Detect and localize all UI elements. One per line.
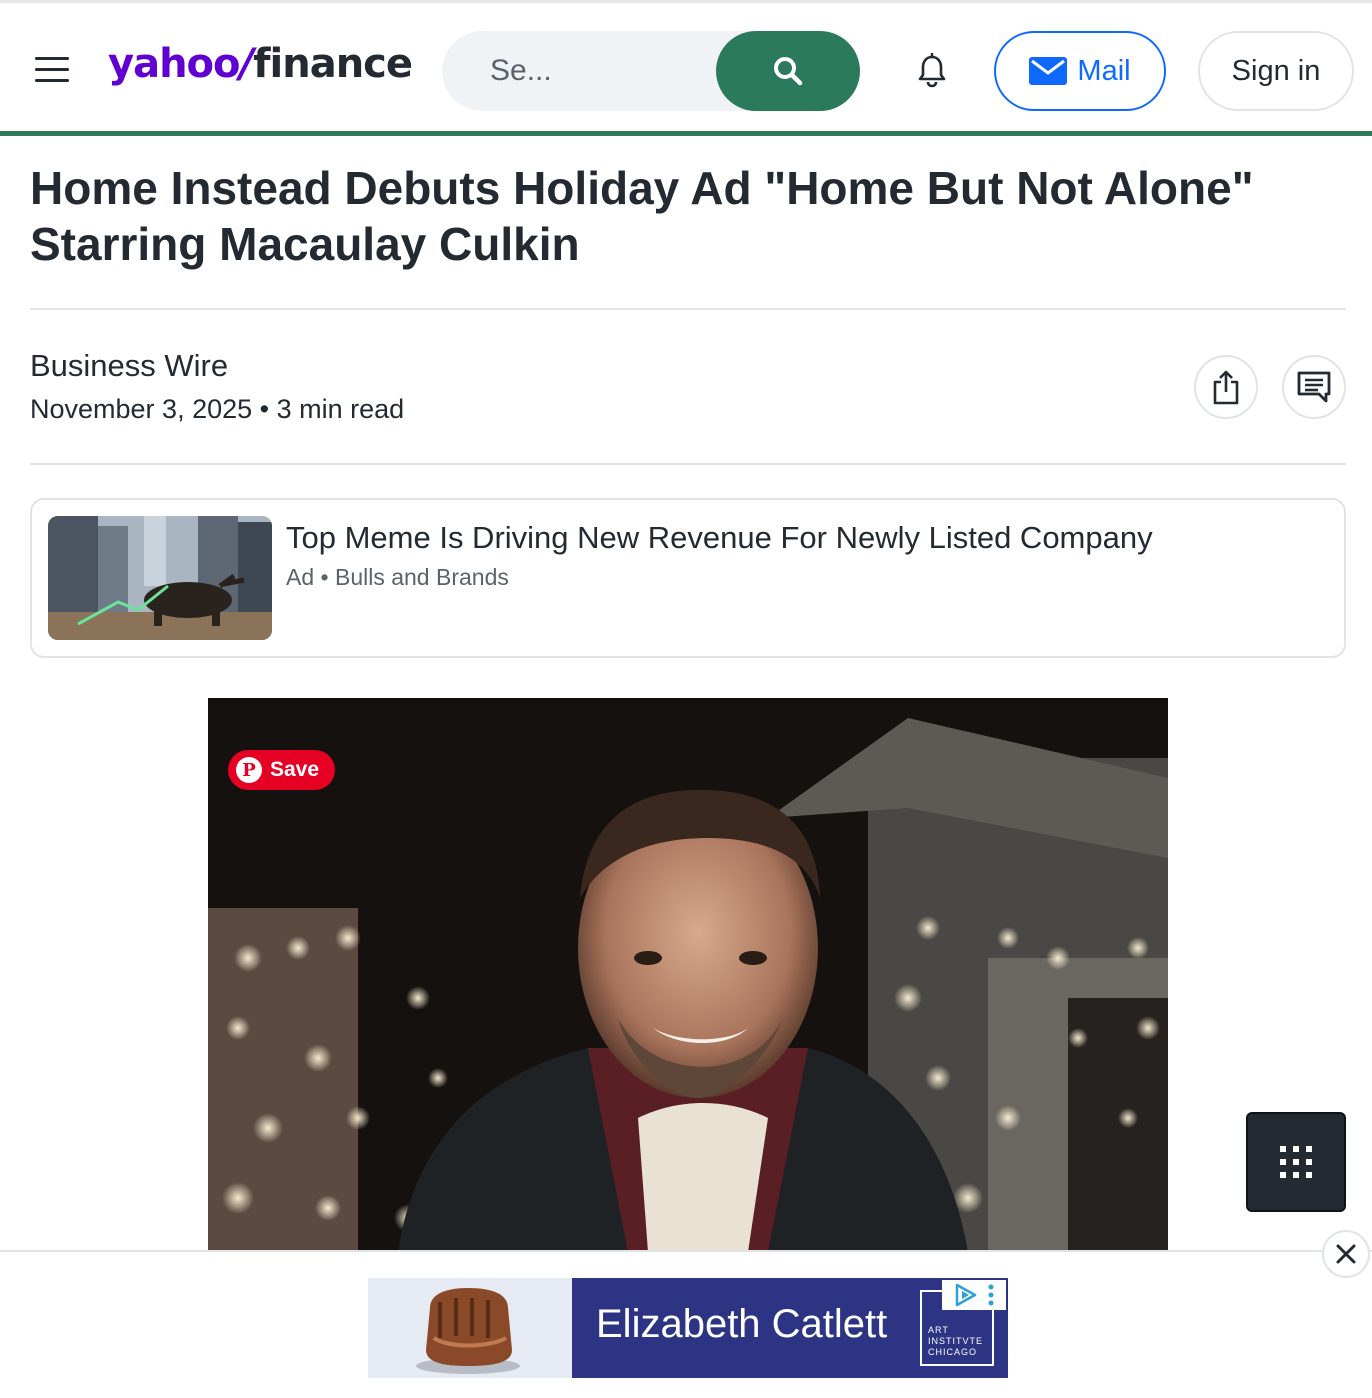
banner-ad[interactable]: Elizabeth Catlett ART INSTITVTE CHICAGO bbox=[368, 1278, 1008, 1378]
comment-icon bbox=[1297, 371, 1331, 403]
banner-ad-text: Elizabeth Catlett bbox=[596, 1302, 888, 1346]
logo-slash: / bbox=[239, 41, 255, 87]
more-options-icon bbox=[988, 1284, 994, 1306]
site-header: yahoo/finance Mail bbox=[0, 3, 1372, 131]
yahoo-finance-logo[interactable]: yahoo / finance bbox=[108, 41, 413, 97]
article-hero-image[interactable]: P Save bbox=[208, 698, 1168, 1252]
envelope-icon bbox=[1029, 57, 1068, 85]
pinterest-save-button[interactable]: P Save bbox=[228, 750, 336, 790]
article-date: November 3, 2025 bbox=[30, 394, 253, 424]
sign-in-button[interactable]: Sign in bbox=[1198, 31, 1354, 111]
sculpture-image bbox=[368, 1278, 572, 1378]
mail-label: Mail bbox=[1077, 54, 1131, 87]
share-icon bbox=[1213, 370, 1239, 405]
bell-icon bbox=[918, 53, 946, 88]
logo-yahoo: yahoo bbox=[108, 41, 241, 87]
ad-label: Ad bbox=[286, 564, 315, 590]
search-button[interactable] bbox=[716, 31, 860, 111]
bull-statue-image bbox=[48, 516, 272, 640]
grid-icon bbox=[1280, 1146, 1312, 1178]
ad-advertiser: Bulls and Brands bbox=[334, 564, 509, 590]
read-time: 3 min read bbox=[276, 394, 405, 424]
page: yahoo/finance Mail bbox=[0, 0, 1372, 1398]
article-source[interactable]: Business Wire bbox=[30, 348, 228, 384]
hero-photo bbox=[208, 698, 1168, 1252]
search-icon bbox=[774, 57, 803, 86]
divider bbox=[30, 308, 1346, 310]
ad-separator: • bbox=[320, 564, 329, 590]
notifications-button[interactable] bbox=[908, 47, 956, 95]
pinterest-icon: P bbox=[236, 757, 262, 783]
mail-button[interactable]: Mail bbox=[994, 31, 1166, 111]
search-box bbox=[442, 31, 860, 111]
close-ad-button[interactable] bbox=[1322, 1230, 1370, 1278]
adchoices-icon bbox=[955, 1283, 977, 1307]
divider bbox=[30, 463, 1346, 465]
save-label: Save bbox=[270, 758, 320, 781]
search-input[interactable] bbox=[442, 31, 722, 111]
meta-separator: • bbox=[259, 394, 270, 424]
banner-ad-image bbox=[368, 1278, 572, 1378]
art-institute-logo-text: ART INSTITVTE CHICAGO bbox=[928, 1325, 984, 1357]
share-button[interactable] bbox=[1194, 355, 1258, 419]
adchoices-badge[interactable] bbox=[942, 1280, 1006, 1310]
comments-button[interactable] bbox=[1282, 355, 1346, 419]
hamburger-icon bbox=[35, 56, 69, 60]
apps-grid-button[interactable] bbox=[1246, 1112, 1346, 1212]
menu-button[interactable] bbox=[30, 47, 74, 91]
sponsored-ad-card[interactable]: Top Meme Is Driving New Revenue For Newl… bbox=[30, 498, 1346, 658]
sign-in-label: Sign in bbox=[1231, 54, 1321, 87]
logo-finance: finance bbox=[253, 41, 413, 87]
hamburger-line bbox=[35, 67, 69, 71]
article-meta: November 3, 2025 • 3 min read bbox=[30, 394, 404, 425]
ad-thumbnail bbox=[48, 516, 272, 640]
ad-meta: Ad • Bulls and Brands bbox=[286, 564, 509, 591]
header-accent-rule bbox=[0, 131, 1372, 136]
ad-title[interactable]: Top Meme Is Driving New Revenue For Newl… bbox=[286, 520, 1153, 556]
hamburger-line bbox=[35, 78, 69, 82]
article-title: Home Instead Debuts Holiday Ad "Home But… bbox=[30, 162, 1254, 270]
close-icon bbox=[1336, 1244, 1356, 1264]
